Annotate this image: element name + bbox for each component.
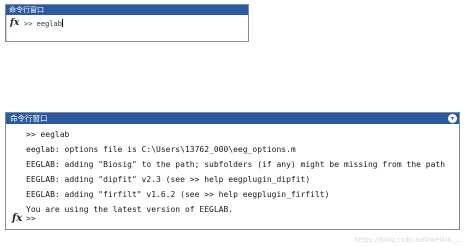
command-window-top: 命令行窗口 fx >> eeglab	[5, 4, 249, 42]
command-output: >> eeglab eeglab: options file is C:\Use…	[6, 124, 459, 217]
fx-icon[interactable]: fx	[10, 18, 19, 28]
text-cursor	[61, 19, 63, 27]
output-line: >> eeglab	[26, 130, 70, 139]
output-line: EEGLAB: adding "firfilt" v1.6.2 (see >> …	[26, 190, 330, 199]
command-window-title: 命令行窗口 ▾	[6, 113, 459, 124]
chevron-down-icon[interactable]: ▾	[448, 114, 457, 123]
command-prompt[interactable]: >>	[26, 214, 36, 223]
command-window-title: 命令行窗口	[6, 5, 248, 15]
watermark: https://blog.csdn.net/weixin_...	[354, 236, 462, 244]
output-line: EEGLAB: adding "Biosig" to the path; sub…	[26, 160, 446, 169]
fx-icon[interactable]: fx	[12, 213, 22, 224]
command-window-body[interactable]: fx >> eeglab	[6, 15, 248, 41]
command-input[interactable]: eeglab	[37, 20, 62, 28]
output-line: You are using the latest version of EEGL…	[26, 205, 234, 214]
prompt-symbol: >>	[24, 20, 33, 28]
output-line: EEGLAB: adding "dipfit" v2.3 (see >> hel…	[26, 175, 311, 184]
command-window-bottom: 命令行窗口 ▾ >> eeglab eeglab: options file i…	[5, 112, 460, 230]
command-window-title-text: 命令行窗口	[10, 114, 48, 123]
command-prompt[interactable]: >> eeglab	[24, 19, 63, 28]
output-line: eeglab: options file is C:\Users\13762_0…	[26, 145, 296, 154]
